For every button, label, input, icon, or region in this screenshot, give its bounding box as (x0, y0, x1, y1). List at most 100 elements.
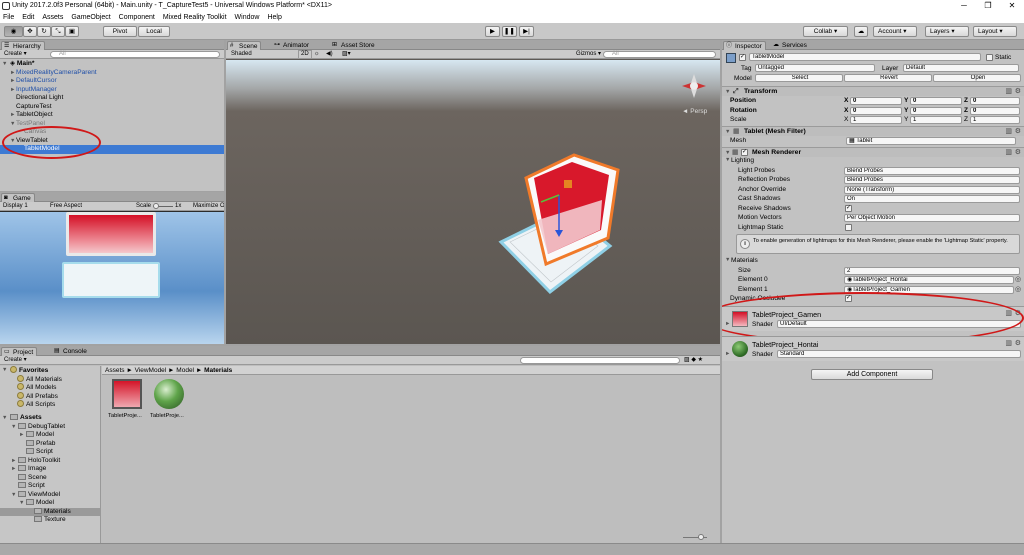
rect-tool-button[interactable]: ▣ (65, 26, 79, 37)
add-component-button[interactable]: Add Component (811, 369, 933, 380)
display-dropdown[interactable]: Display 1 (3, 202, 28, 210)
menu-edit[interactable]: Edit (22, 12, 34, 23)
folder-item[interactable]: Scene (0, 473, 100, 483)
lighting-foldout[interactable]: ▼ Lighting (722, 156, 1024, 166)
breadcrumb-item[interactable]: Assets (105, 367, 125, 374)
revert-button[interactable]: Revert (844, 74, 932, 82)
static-checkbox[interactable] (986, 54, 993, 61)
reflection-probes-dropdown[interactable]: Blend Probes (844, 176, 1020, 184)
open-button[interactable]: Open (933, 74, 1021, 82)
gear-icon[interactable]: ⚙ (1015, 87, 1021, 96)
folder-item[interactable]: ▼ Model (0, 499, 100, 508)
breadcrumb-item[interactable]: ViewModel (135, 367, 167, 374)
menu-mixed-reality-toolkit[interactable]: Mixed Reality Toolkit (163, 12, 227, 23)
object-picker-icon[interactable]: ◎ (1015, 285, 1021, 294)
help-book-icon[interactable]: ▥ (1005, 87, 1012, 96)
mesh-renderer-enabled-checkbox[interactable]: ✓ (741, 149, 748, 156)
materials-foldout[interactable]: ▼ Materials (722, 256, 1024, 266)
scene-orientation-gizmo[interactable] (676, 68, 712, 104)
rotation-y-field[interactable]: 0 (910, 106, 962, 115)
play-button[interactable]: ▶ (485, 26, 500, 37)
favorite-item[interactable]: All Scripts (0, 400, 100, 409)
pause-button[interactable]: ❚❚ (502, 26, 517, 37)
icon-size-slider-handle[interactable] (698, 534, 704, 540)
tab-inspector[interactable]: ⓘ Inspector (723, 41, 766, 50)
2d-toggle[interactable]: 2D (298, 50, 312, 59)
scale-z-field[interactable]: 1 (970, 116, 1020, 124)
object-picker-icon[interactable]: ◎ (1015, 275, 1021, 284)
folder-item[interactable]: ► HoloToolkit (0, 456, 100, 466)
menu-help[interactable]: Help (267, 12, 281, 23)
object-name-field[interactable]: TabletModel (749, 53, 981, 61)
create-dropdown[interactable]: Create ▾ (4, 50, 27, 58)
help-book-icon[interactable]: ▥ (1005, 339, 1012, 348)
breadcrumb-item[interactable]: Model (176, 367, 194, 374)
hierarchy-item[interactable]: Directional Light (0, 94, 224, 103)
hierarchy-item[interactable]: CaptureTest (0, 103, 224, 112)
filter-icons[interactable]: ▨ ◆ ★ (684, 356, 703, 364)
favorite-item[interactable]: All Prefabs (0, 391, 100, 401)
tag-dropdown[interactable]: Untagged (755, 64, 875, 72)
mesh-filter-header[interactable]: ▼ ▦ Tablet (Mesh Filter) ▥ ⚙ (722, 126, 1024, 136)
asset-item[interactable]: TabletProje... (150, 379, 188, 423)
scale-slider-handle[interactable] (153, 203, 159, 209)
mesh-field[interactable]: ▦ Tablet (846, 137, 1016, 145)
cloud-button[interactable]: ☁ (854, 26, 868, 37)
light-probes-dropdown[interactable]: Blend Probes (844, 166, 1020, 175)
folder-item[interactable]: ► Model (0, 431, 100, 440)
tab-hierarchy[interactable]: ☰ Hierarchy (1, 41, 45, 50)
favorites-foldout[interactable]: ▼ Favorites (0, 366, 100, 375)
scale-x-field[interactable]: 1 (850, 116, 902, 124)
rotation-z-field[interactable]: 0 (970, 106, 1020, 115)
tab-console[interactable]: ▤ Console (52, 347, 90, 356)
rotation-x-field[interactable]: 0 (850, 106, 902, 115)
folder-item[interactable]: ▼ DebugTablet (0, 422, 100, 432)
motion-vectors-dropdown[interactable]: Per Object Motion (844, 214, 1020, 222)
rotate-tool-button[interactable]: ↻ (37, 26, 51, 37)
position-z-field[interactable]: 0 (970, 97, 1020, 105)
shading-mode-dropdown[interactable]: Shaded (231, 50, 252, 58)
hierarchy-item[interactable]: ► MixedRealityCameraParent (0, 69, 224, 78)
tab-project[interactable]: ▭ Project (1, 347, 38, 356)
folder-item[interactable]: ► Image (0, 465, 100, 474)
tab-game[interactable]: ◙ Game (1, 193, 35, 202)
cast-shadows-dropdown[interactable]: On (844, 195, 1020, 203)
collab-dropdown[interactable]: Collab ▾ (803, 26, 848, 37)
lightmap-static-checkbox[interactable] (845, 223, 852, 231)
move-tool-button[interactable]: ✥ (23, 26, 37, 37)
folder-item[interactable]: Script (0, 448, 100, 457)
layer-dropdown[interactable]: Default (903, 64, 1019, 72)
asset-item[interactable]: TabletProje... (108, 379, 146, 423)
transform-header[interactable]: ▼ ⤢ Transform ▥ ⚙ (722, 86, 1024, 96)
scale-y-field[interactable]: 1 (910, 116, 962, 124)
anchor-override-field[interactable]: None (Transform) (844, 185, 1020, 194)
tab-animator[interactable]: ⊶ Animator (272, 41, 312, 50)
menu-gameobject[interactable]: GameObject (71, 12, 110, 23)
hierarchy-item[interactable]: ► DefaultCursor (0, 77, 224, 86)
maximize-on-play-toggle[interactable]: Maximize On Play (193, 202, 224, 210)
scene-search-input[interactable]: All (603, 51, 716, 58)
assets-foldout[interactable]: ▼ Assets (0, 414, 100, 423)
shader-dropdown-hontai[interactable]: Standard (777, 350, 1021, 358)
folder-item[interactable]: Prefab (0, 439, 100, 449)
hierarchy-search-input[interactable]: All (50, 51, 220, 58)
audio-toggle-icon[interactable]: ◀) (326, 50, 333, 58)
menu-window[interactable]: Window (235, 12, 260, 23)
maximize-button[interactable]: ❐ (976, 0, 1000, 12)
account-dropdown[interactable]: Account ▾ (873, 26, 917, 37)
tab-services[interactable]: ☁ Services (771, 41, 810, 50)
active-checkbox[interactable]: ✓ (739, 54, 746, 61)
folder-item[interactable]: ▼ ViewModel (0, 490, 100, 500)
favorite-item[interactable]: All Models (0, 383, 100, 392)
hierarchy-item[interactable]: ► InputManager (0, 86, 224, 95)
step-button[interactable]: ▶| (519, 26, 534, 37)
gizmos-dropdown[interactable]: Gizmos ▾ (576, 50, 601, 58)
layers-dropdown[interactable]: Layers ▾ (925, 26, 969, 37)
select-button[interactable]: Select (755, 74, 843, 82)
folder-item-selected[interactable]: Materials (0, 507, 100, 516)
project-create-dropdown[interactable]: Create ▾ (4, 356, 27, 364)
scene-viewport[interactable]: ◄ Persp (226, 60, 720, 344)
lighting-toggle-icon[interactable]: ☼ (314, 50, 320, 58)
gear-icon[interactable]: ⚙ (1015, 339, 1021, 348)
tab-asset-store[interactable]: ⊞ Asset Store (330, 41, 378, 50)
